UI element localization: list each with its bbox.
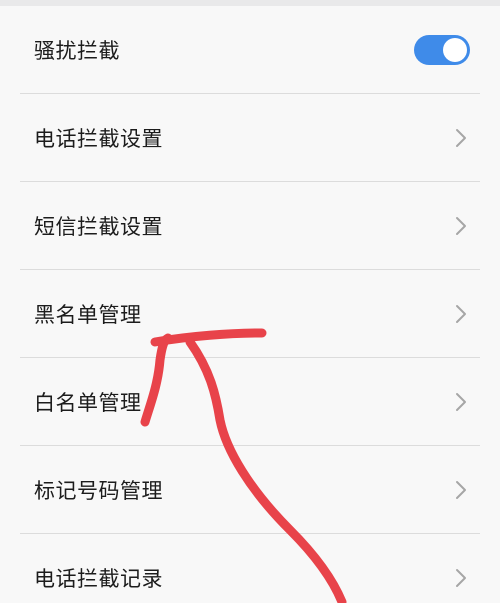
chevron-right-icon — [456, 216, 466, 235]
row-label: 黑名单管理 — [34, 302, 142, 327]
toggle-knob — [443, 37, 467, 62]
row-label: 短信拦截设置 — [34, 214, 163, 239]
row-label: 白名单管理 — [34, 390, 142, 415]
row-harassment-blocking[interactable]: 骚扰拦截 — [20, 6, 480, 94]
row-label: 电话拦截记录 — [34, 567, 163, 591]
chevron-right-icon — [456, 304, 466, 323]
row-whitelist-management[interactable]: 白名单管理 — [20, 358, 480, 446]
harassment-blocking-toggle[interactable] — [414, 34, 470, 65]
row-label: 骚扰拦截 — [34, 38, 120, 63]
chevron-right-icon — [456, 569, 466, 587]
chevron-right-icon — [456, 128, 466, 147]
row-marked-number-management[interactable]: 标记号码管理 — [20, 446, 480, 534]
row-label: 电话拦截设置 — [34, 126, 163, 151]
chevron-right-icon — [456, 392, 466, 411]
row-label: 标记号码管理 — [34, 478, 163, 503]
row-call-blocking-records[interactable]: 电话拦截记录 — [20, 534, 480, 603]
settings-list: 骚扰拦截 电话拦截设置 短信拦截设置 黑名单管理 白名单管理 标记号码管理 电话… — [0, 6, 500, 603]
row-sms-blocking-settings[interactable]: 短信拦截设置 — [20, 182, 480, 270]
row-blacklist-management[interactable]: 黑名单管理 — [20, 270, 480, 358]
chevron-right-icon — [456, 480, 466, 499]
row-call-blocking-settings[interactable]: 电话拦截设置 — [20, 94, 480, 182]
